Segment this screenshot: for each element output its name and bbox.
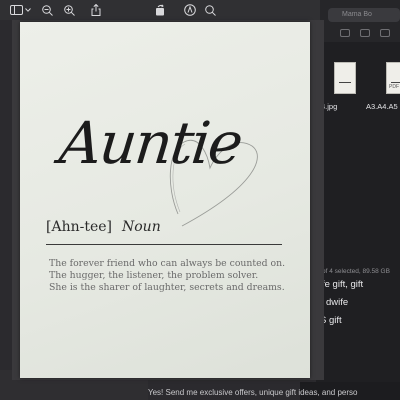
search-icon[interactable]	[205, 2, 216, 18]
definition-line: The hugger, the listener, the problem so…	[49, 270, 259, 281]
zoom-in-icon[interactable]	[64, 2, 75, 18]
part-of-speech: Noun	[122, 219, 161, 235]
finder-search-field[interactable]: Mama Bo	[328, 8, 400, 22]
background-text-line: fe gift, gift	[322, 279, 364, 290]
pronunciation: [Ahn-tee]	[46, 219, 112, 235]
definition: The forever friend who can always be cou…	[49, 258, 289, 294]
file-label-pdf[interactable]: A3.A4.A5 F	[366, 102, 400, 111]
group-icon[interactable]	[360, 29, 370, 37]
file-thumbnail-jpg[interactable]	[334, 62, 356, 94]
share-icon[interactable]	[91, 2, 101, 18]
background-text-line: dwife	[326, 297, 349, 308]
newsletter-consent-text: Yes! Send me exclusive offers, unique gi…	[148, 388, 358, 397]
divider	[46, 244, 282, 245]
document-page: Auntie [Ahn-tee] Noun The forever friend…	[20, 22, 310, 378]
definition-line: The forever friend who can always be cou…	[49, 258, 286, 269]
markup-icon[interactable]	[184, 2, 196, 18]
definition-line: She is the sharer of laughter, secrets a…	[49, 282, 285, 293]
rotate-icon[interactable]	[155, 2, 166, 18]
pdf-tag: PDF	[389, 84, 399, 90]
finder-window: Mama Bo PDF 4.jpg A3.A4.A5 F of 4 select…	[316, 0, 400, 400]
view-icon[interactable]	[340, 29, 350, 37]
thumbnail-preview	[391, 73, 400, 83]
sidebar-icon[interactable]	[10, 2, 23, 18]
chevron-down-icon[interactable]	[25, 2, 31, 18]
pronunciation-row: [Ahn-tee] Noun	[46, 219, 161, 235]
action-icon[interactable]	[380, 29, 390, 37]
preview-toolbar	[0, 0, 320, 20]
finder-toolbar: Mama Bo	[316, 0, 400, 42]
finder-status-bar: of 4 selected, 89.58 GB	[322, 268, 390, 275]
file-thumbnail-pdf[interactable]: PDF	[386, 62, 400, 94]
thumbnail-preview	[339, 73, 351, 83]
zoom-out-icon[interactable]	[42, 2, 53, 18]
document-title: Auntie	[56, 109, 245, 177]
finder-tool-icons	[340, 27, 400, 39]
